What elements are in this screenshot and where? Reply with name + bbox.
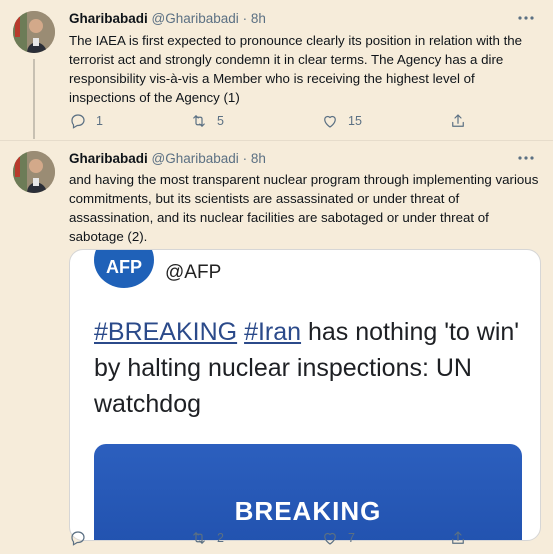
- tweet-actions: 1 5 15: [69, 111, 499, 131]
- retweet-button[interactable]: 5: [190, 111, 224, 131]
- retweet-icon: [193, 532, 205, 544]
- share-icon: [452, 114, 464, 127]
- tweet[interactable]: Gharibabadi @Gharibabadi · 8h The IAEA i…: [0, 0, 553, 140]
- handle[interactable]: @Gharibabadi: [152, 11, 239, 26]
- avatar[interactable]: [13, 11, 55, 53]
- timestamp[interactable]: 8h: [251, 11, 266, 26]
- tweet-header: Gharibabadi @Gharibabadi · 8h: [69, 11, 266, 27]
- avatar[interactable]: [13, 151, 55, 193]
- tweet-text: and having the most transparent nuclear …: [69, 172, 539, 244]
- tweet[interactable]: Gharibabadi @Gharibabadi · 8h and having…: [0, 140, 553, 554]
- retweet-icon: [193, 115, 205, 127]
- separator: ·: [242, 11, 248, 26]
- reply-icon: [71, 114, 85, 129]
- like-icon: [324, 115, 336, 128]
- like-button[interactable]: 15: [321, 111, 362, 131]
- embed-handle: @AFP: [165, 262, 222, 283]
- handle[interactable]: @Gharibabadi: [152, 151, 239, 166]
- share-button[interactable]: [449, 111, 467, 131]
- afp-logo: AFP: [94, 250, 154, 288]
- more-icon[interactable]: [515, 150, 537, 166]
- breaking-banner-text: BREAKING: [234, 496, 382, 526]
- reply-button[interactable]: [69, 528, 96, 548]
- display-name[interactable]: Gharibabadi: [69, 11, 148, 26]
- tweet-actions: 2 7: [69, 528, 499, 548]
- reply-count: 1: [96, 114, 103, 128]
- like-icon: [324, 532, 336, 545]
- reply-button[interactable]: 1: [69, 111, 103, 131]
- like-count: 15: [348, 114, 362, 128]
- display-name[interactable]: Gharibabadi: [69, 151, 148, 166]
- hashtag-iran: #Iran: [244, 318, 302, 346]
- tweet-text: The IAEA is first expected to pronounce …: [69, 33, 523, 105]
- retweet-button[interactable]: 2: [190, 528, 224, 548]
- embedded-image-card[interactable]: AFP @AFP #BREAKING #Iran has nothing 'to…: [69, 249, 541, 541]
- retweet-count: 2: [217, 531, 224, 545]
- tweet-header: Gharibabadi @Gharibabadi · 8h: [69, 151, 266, 167]
- breaking-banner: BREAKING: [94, 444, 522, 540]
- like-count: 7: [348, 531, 355, 545]
- hashtag-breaking: #BREAKING: [94, 318, 238, 346]
- timestamp[interactable]: 8h: [251, 151, 266, 166]
- separator: ·: [242, 151, 248, 166]
- share-button[interactable]: [449, 528, 467, 548]
- reply-icon: [71, 531, 85, 546]
- embed-headline: #BREAKING #Iran has nothing 'to win' by …: [94, 314, 524, 422]
- more-icon[interactable]: [515, 10, 537, 26]
- like-button[interactable]: 7: [321, 528, 355, 548]
- retweet-count: 5: [217, 114, 224, 128]
- share-icon: [452, 531, 464, 544]
